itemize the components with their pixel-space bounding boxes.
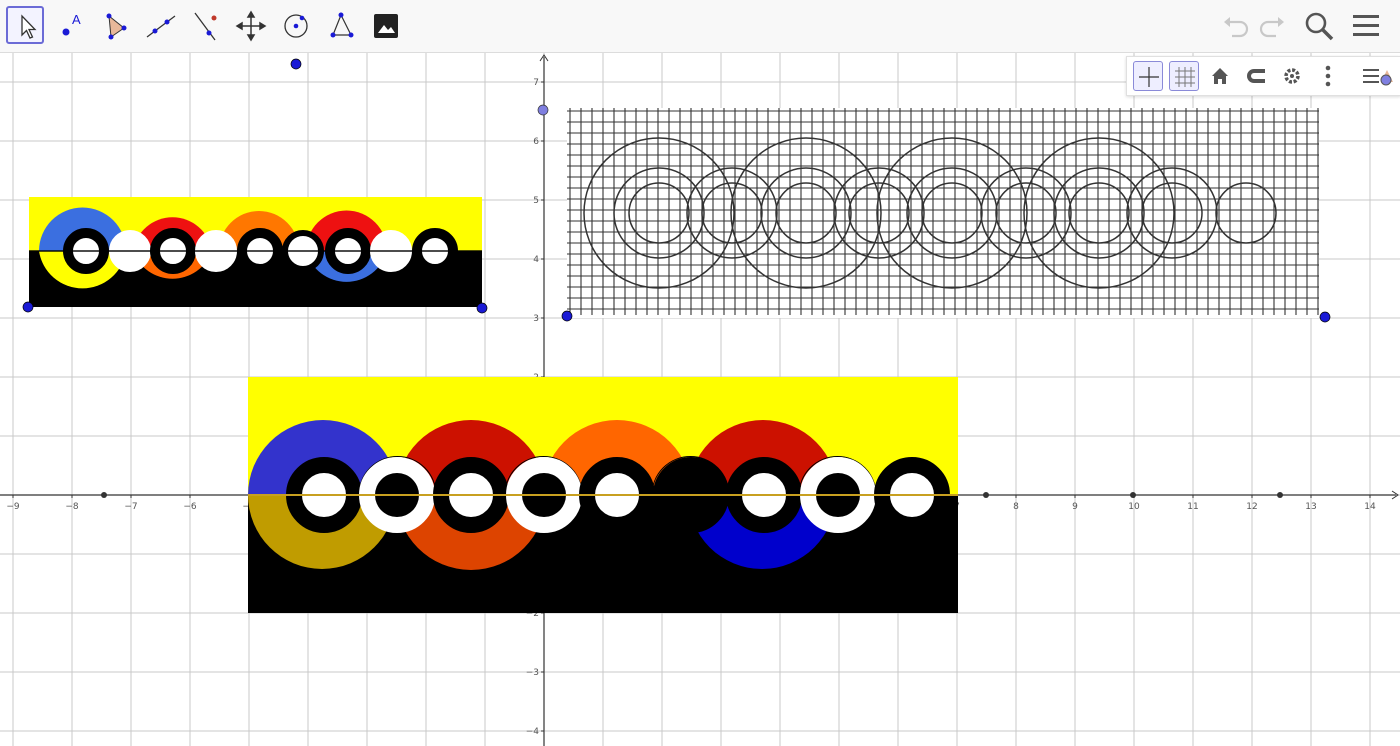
image-pattern-top-left[interactable] xyxy=(29,197,482,307)
x-tick-label: −6 xyxy=(183,502,197,512)
algebra-toggle-button[interactable] xyxy=(1359,61,1399,91)
image-pattern-main[interactable] xyxy=(248,377,958,613)
point xyxy=(561,310,573,322)
more-options-button[interactable] xyxy=(1313,61,1343,91)
x-tick-label: 13 xyxy=(1305,502,1316,512)
x-tick-label: −9 xyxy=(6,502,20,512)
move-tool-button[interactable] xyxy=(6,6,44,44)
point-tool-button[interactable]: A xyxy=(51,6,89,44)
magnet-icon xyxy=(1247,69,1265,83)
point-capturing-button[interactable] xyxy=(1241,61,1271,91)
y-tick-label: 4 xyxy=(533,255,539,265)
x-tick-label: −7 xyxy=(124,502,137,512)
line-tool-button[interactable] xyxy=(141,6,179,44)
point-label-A: A xyxy=(72,12,81,27)
point xyxy=(537,104,549,116)
main-menu-button[interactable] xyxy=(1348,8,1384,44)
redo-icon xyxy=(1259,20,1280,38)
x-tick-label: 10 xyxy=(1128,502,1140,512)
menu-icon xyxy=(1353,15,1379,36)
point xyxy=(1130,492,1136,498)
grid-icon xyxy=(1175,67,1195,87)
image-icon xyxy=(374,14,398,38)
search-icon xyxy=(1305,12,1327,34)
y-tick-label: 5 xyxy=(533,196,539,206)
move-graphics-view-tool-button[interactable] xyxy=(231,6,269,44)
point xyxy=(22,301,34,313)
x-tick-label: 9 xyxy=(1072,502,1078,512)
point xyxy=(983,492,989,498)
home-button[interactable] xyxy=(1205,61,1235,91)
point xyxy=(1277,492,1283,498)
x-tick-label: −8 xyxy=(65,502,79,512)
redo-button[interactable] xyxy=(1254,8,1290,44)
image-tool-button[interactable] xyxy=(366,6,404,44)
image-grid-circles-top-right[interactable] xyxy=(567,108,1319,318)
undo-button[interactable] xyxy=(1218,8,1254,44)
settings-button[interactable] xyxy=(1277,61,1307,91)
x-tick-label: 12 xyxy=(1246,502,1257,512)
axes-icon xyxy=(1139,67,1159,87)
triangle-points-icon xyxy=(332,14,352,36)
algebra-toggle-icon xyxy=(1363,69,1393,86)
point xyxy=(290,58,302,70)
point xyxy=(476,302,488,314)
y-tick-label: 6 xyxy=(533,137,539,147)
x-tick-label: 11 xyxy=(1187,502,1198,512)
point xyxy=(1319,311,1331,323)
x-tick-label: 14 xyxy=(1364,502,1376,512)
search-button[interactable] xyxy=(1301,8,1337,44)
circle-three-points-tool-button[interactable] xyxy=(321,6,359,44)
perpendicular-line-tool-button[interactable] xyxy=(186,6,224,44)
toolbar: A xyxy=(0,0,1400,53)
grid-toggle-button[interactable] xyxy=(1169,61,1199,91)
polygon-tool-button[interactable] xyxy=(96,6,134,44)
style-bar xyxy=(1126,56,1400,96)
point-icon xyxy=(62,28,70,36)
point xyxy=(101,492,107,498)
y-tick-label: 3 xyxy=(533,314,539,324)
undo-icon xyxy=(1228,20,1249,38)
x-tick-label: 8 xyxy=(1013,502,1019,512)
home-icon xyxy=(1212,68,1228,84)
move-arrows-icon xyxy=(235,10,267,42)
graphics-view[interactable]: −9−8−7−6−5−4−3−2−11234567891011121314−4−… xyxy=(0,53,1400,746)
y-tick-label: −4 xyxy=(526,727,540,737)
circle-tool-button[interactable] xyxy=(276,6,314,44)
axes-toggle-button[interactable] xyxy=(1133,61,1163,91)
y-tick-label: 7 xyxy=(533,78,539,88)
cursor-arrow-icon xyxy=(21,14,37,39)
y-tick-label: −3 xyxy=(526,668,539,678)
line-icon xyxy=(146,15,176,38)
polygon-icon xyxy=(108,14,125,38)
more-vert-icon xyxy=(1325,65,1331,87)
